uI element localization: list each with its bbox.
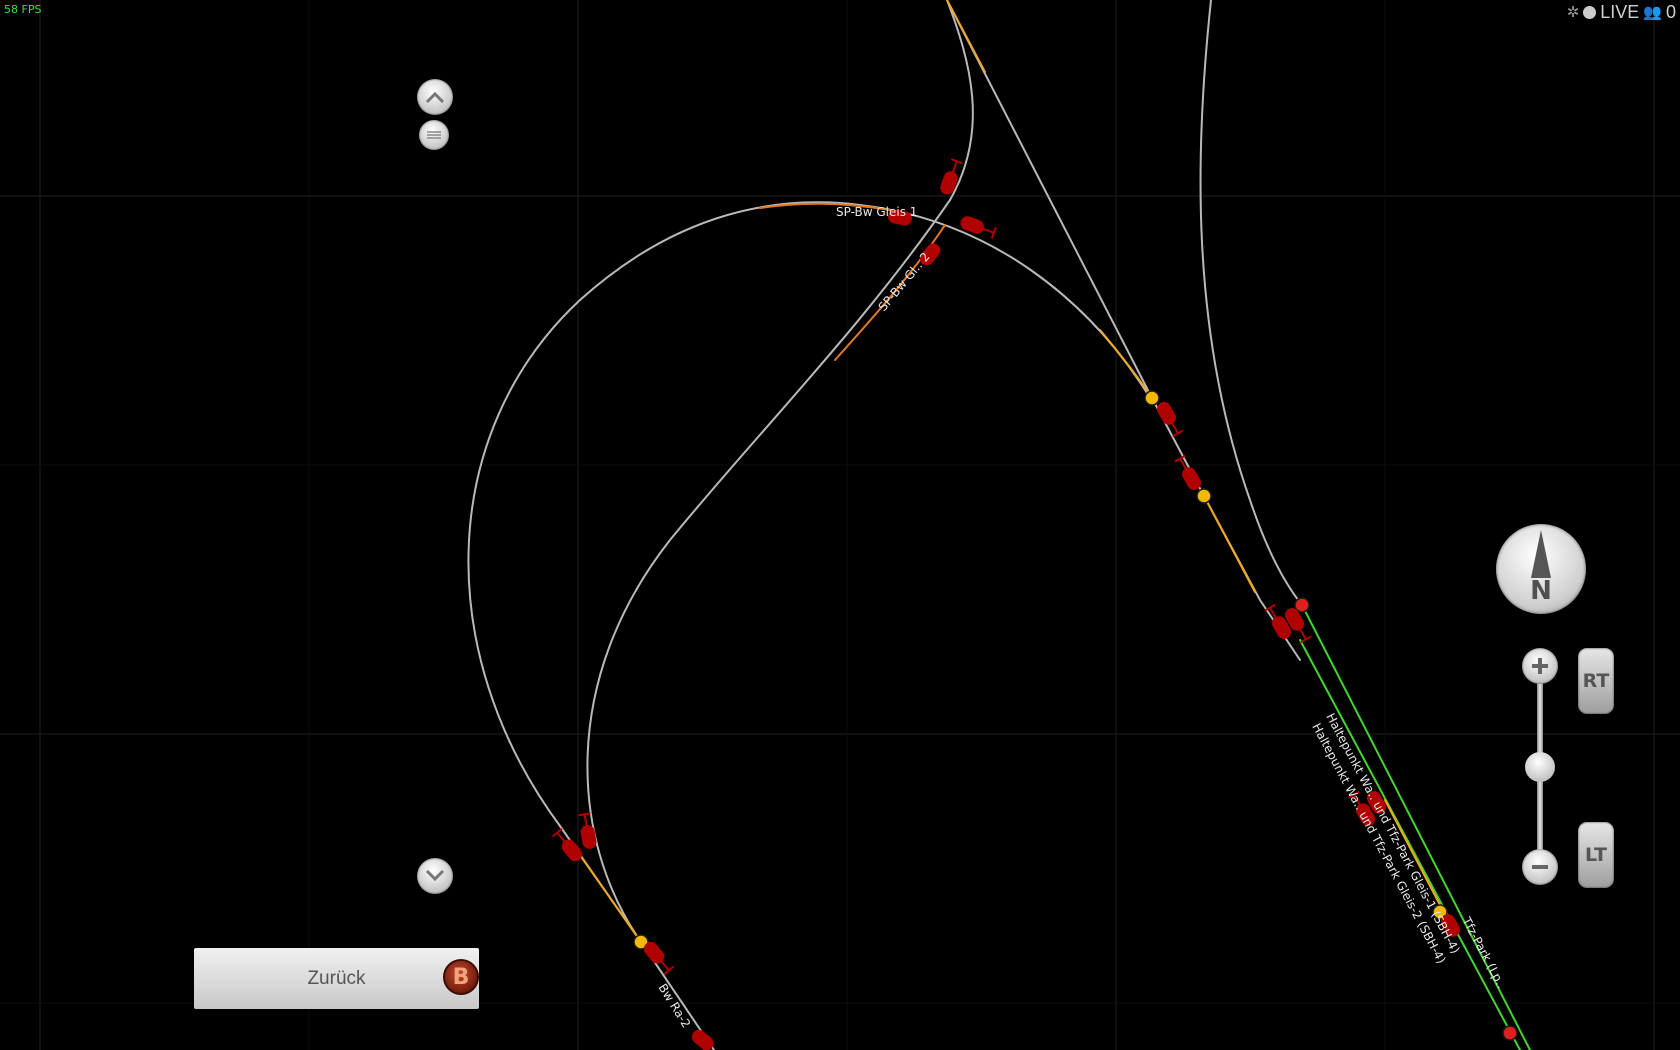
signal-icon[interactable] — [960, 216, 997, 239]
signal-icon[interactable] — [551, 828, 584, 863]
lt-button[interactable]: LT — [1578, 822, 1614, 888]
signal-icon[interactable] — [940, 158, 963, 195]
bug-icon[interactable]: ✲ — [1567, 3, 1580, 21]
zoom-out-button[interactable] — [1522, 849, 1558, 885]
compass-label: N — [1530, 576, 1552, 606]
track-s-curve[interactable] — [586, 0, 974, 943]
track-haltepunkt-gleis-2[interactable] — [1299, 639, 1521, 1050]
players-icon: 👥 — [1643, 4, 1662, 21]
track-label: Haltepunkt Wa.. und Tfz-Park Gleis-1 (SB… — [1323, 711, 1462, 956]
back-button[interactable]: Zurück B — [194, 948, 479, 1009]
signal-icon[interactable] — [1174, 454, 1202, 491]
signals — [551, 158, 1460, 1050]
list-handle-icon — [427, 131, 441, 139]
track-curve-top-right[interactable] — [1199, 0, 1303, 606]
track-main-right-yellow — [1203, 495, 1256, 593]
signal-icon[interactable] — [642, 940, 675, 975]
chevron-down-icon — [425, 869, 445, 882]
junction-dot-red[interactable] — [1294, 597, 1310, 613]
live-indicator-icon — [1583, 5, 1597, 19]
signal-icon[interactable] — [578, 812, 597, 849]
scroll-down-button[interactable] — [417, 858, 453, 894]
junction-dot[interactable] — [1196, 488, 1212, 504]
track-label: SP-Bw Gleis 1 — [836, 205, 917, 219]
track-label: Haltepunkt Wa.. und Tfz-Park Gleis-2 (SB… — [1309, 721, 1448, 966]
rt-button[interactable]: RT — [1578, 648, 1614, 714]
player-count: 0 — [1665, 1, 1676, 22]
zoom-in-button[interactable] — [1522, 648, 1558, 684]
scroll-up-button[interactable] — [417, 79, 453, 115]
track-loop-left[interactable] — [467, 201, 1151, 827]
track-label: Bw Ra-2 — [655, 981, 693, 1030]
junction-dot[interactable] — [1144, 390, 1160, 406]
status-bar: ✲ LIVE 👥 0 — [1567, 1, 1676, 23]
track-map[interactable]: SP-Bw Gleis 1 SP-Bw Gl.. 2 Bw Ra-2 Halte… — [0, 0, 1680, 1050]
minus-icon — [1532, 865, 1548, 869]
scroll-handle[interactable] — [419, 120, 449, 150]
plus-icon — [1532, 658, 1548, 674]
junction-dot-red[interactable] — [1502, 1025, 1518, 1041]
chevron-up-icon — [425, 91, 445, 104]
signal-icon[interactable] — [690, 1028, 715, 1050]
track-label: Tfz-Park (Lp.. — [1459, 914, 1509, 991]
compass-button[interactable]: N — [1496, 524, 1586, 614]
compass-needle-icon — [1531, 530, 1551, 578]
track-bw-ra-2-yellow — [574, 847, 642, 943]
back-button-label: Zurück — [307, 967, 366, 989]
track-label: SP-Bw Gl.. 2 — [876, 250, 933, 314]
fps-counter: 58 FPS — [4, 3, 42, 16]
b-button-icon: B — [443, 959, 479, 995]
track-haltepunkt-yellow — [1384, 799, 1441, 906]
live-label: LIVE — [1600, 1, 1640, 22]
